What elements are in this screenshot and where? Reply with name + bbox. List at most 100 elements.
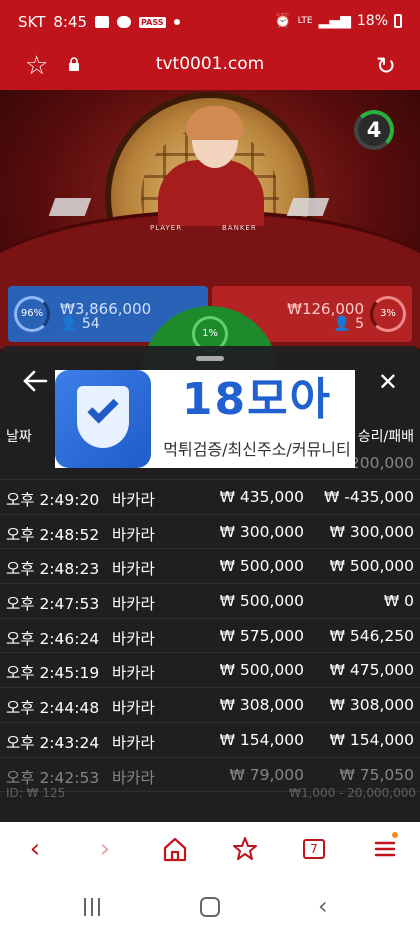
- url-bar: ☆ tvt0001.com ↻: [0, 44, 420, 90]
- row-payout: ₩ 154,000: [329, 730, 414, 749]
- watermark-subtitle: 먹튀검증/최신주소/커뮤니티: [163, 440, 351, 459]
- row-time: 오후 2:44:48: [6, 699, 100, 718]
- url-text[interactable]: tvt0001.com: [0, 54, 420, 74]
- row-payout: ₩ -435,000: [324, 488, 414, 506]
- cloud-icon: [117, 16, 132, 28]
- row-bet: ₩ 308,000: [219, 696, 304, 715]
- row-game: 바카라: [112, 699, 155, 718]
- row-bet: ₩ 500,000: [219, 661, 304, 680]
- pass-badge: PASS: [139, 16, 166, 28]
- table-row: 오후 2:49:20 바카라 ₩ 435,000 ₩ -435,000: [0, 480, 420, 515]
- row-game: 바카라: [112, 560, 155, 579]
- browser-back-icon[interactable]: ‹: [20, 834, 50, 864]
- row-bet: ₩ 500,000: [219, 592, 304, 611]
- row-time: 오후 2:48:23: [6, 560, 100, 579]
- row-bet: ₩ 300,000: [219, 522, 304, 541]
- network-label: LTE: [297, 16, 313, 26]
- row-bet: ₩ 435,000: [219, 488, 304, 506]
- table-row: 오후 2:46:24 바카라 ₩ 575,000 ₩ 546,250: [0, 619, 420, 654]
- time-label: 8:45: [53, 13, 88, 31]
- player-percent: 96%: [14, 296, 50, 332]
- menu-notification-dot: [392, 832, 398, 838]
- row-time: 오후 2:47:53: [6, 595, 100, 614]
- card-shoe-left: [48, 198, 92, 216]
- table-row: 오후 2:45:19 바카라 ₩ 500,000 ₩ 475,000: [0, 653, 420, 689]
- round-timer: 4: [354, 110, 394, 150]
- row-game: 바카라: [112, 629, 155, 648]
- close-icon[interactable]: ✕: [378, 370, 398, 394]
- column-header-result: 승리/패배: [357, 429, 414, 445]
- banker-count: 👤 5: [333, 316, 364, 332]
- table-row: 오후 2:43:24 바카라 ₩ 154,000 ₩ 154,000: [0, 723, 420, 758]
- player-count: 👤 54: [60, 316, 100, 332]
- player-count-value: 54: [81, 316, 100, 332]
- footer-ghost-right: ₩1,000 - 20,000,000: [289, 786, 416, 800]
- table-row: 오후 2:47:53 바카라 ₩ 500,000 ₩ 0: [0, 584, 420, 619]
- app-root: SKT 8:45 PASS ⏰ LTE ▂▄▆ 18% ☆ tvt0001.co…: [0, 0, 420, 933]
- bookmarks-star-icon[interactable]: [230, 834, 260, 864]
- table-row: 오후 2:44:48 바카라 ₩ 308,000 ₩ 308,000: [0, 688, 420, 723]
- row-bet: ₩ 154,000: [219, 730, 304, 749]
- table-row: 오후 2:48:23 바카라 ₩ 500,000 ₩ 500,000: [0, 549, 420, 585]
- watermark-logo: 18모아 먹튀검증/최신주소/커뮤니티: [55, 370, 355, 468]
- shield-check-icon: [55, 370, 151, 468]
- row-time: 오후 2:48:52: [6, 525, 100, 544]
- table-row: 오후 2:48:52 바카라 ₩ 300,000 ₩ 300,000: [0, 515, 420, 550]
- gallery-icon: [95, 16, 110, 28]
- battery-icon: [394, 14, 402, 28]
- row-payout: ₩ 500,000: [329, 557, 414, 576]
- reload-icon[interactable]: ↻: [376, 52, 396, 80]
- hidden-row-payout: 200,000: [349, 454, 414, 472]
- notification-dot-icon: [173, 19, 180, 25]
- column-header-date: 날짜: [6, 429, 32, 445]
- row-payout: ₩ 75,050: [339, 765, 415, 784]
- system-navigation-bar: ‹: [0, 880, 420, 933]
- row-payout: ₩ 546,250: [329, 626, 414, 645]
- footer-ghost-left: ID: ₩ 125: [6, 786, 66, 800]
- user-icon: 👤: [60, 316, 78, 332]
- menu-icon[interactable]: [370, 834, 400, 864]
- browser-toolbar: ‹ › 7: [0, 822, 420, 880]
- recent-apps-icon[interactable]: [82, 898, 102, 916]
- banker-percent: 3%: [370, 296, 406, 332]
- row-game: 바카라: [112, 664, 155, 683]
- row-payout: ₩ 308,000: [329, 696, 414, 715]
- system-back-icon[interactable]: ‹: [318, 892, 328, 920]
- dealer-body: [158, 160, 264, 226]
- table-label-banker: BANKER: [222, 224, 257, 232]
- battery-label: 18%: [356, 13, 388, 29]
- tabs-count: 7: [303, 839, 325, 859]
- row-payout: ₩ 300,000: [329, 522, 414, 541]
- home-icon[interactable]: [160, 834, 190, 864]
- row-time: 오후 2:43:24: [6, 733, 100, 752]
- row-game: 바카라: [112, 768, 155, 787]
- row-bet: ₩ 79,000: [229, 765, 305, 784]
- row-time: 오후 2:49:20: [6, 491, 100, 509]
- row-payout: ₩ 475,000: [329, 661, 414, 680]
- user-icon: 👤: [333, 316, 351, 332]
- sheet-drag-handle[interactable]: [196, 356, 224, 361]
- row-game: 바카라: [112, 491, 155, 509]
- row-game: 바카라: [112, 595, 155, 614]
- row-game: 바카라: [112, 525, 155, 544]
- system-home-icon[interactable]: [200, 897, 220, 917]
- row-time: 오후 2:45:19: [6, 664, 100, 683]
- table-label-player: PLAYER: [150, 224, 183, 232]
- row-time: 오후 2:46:24: [6, 629, 100, 648]
- history-list: 200,000 오후 2:49:20 바카라 ₩ 435,000 ₩ -435,000…: [0, 452, 420, 793]
- card-shoe-right: [286, 198, 330, 216]
- status-bar: SKT 8:45 PASS ⏰ LTE ▂▄▆ 18%: [0, 0, 420, 44]
- alarm-icon: ⏰: [274, 13, 292, 29]
- tabs-button[interactable]: 7: [300, 834, 330, 864]
- browser-forward-icon[interactable]: ›: [90, 834, 120, 864]
- carrier-label: SKT: [18, 13, 46, 31]
- row-bet: ₩ 575,000: [219, 626, 304, 645]
- row-bet: ₩ 500,000: [219, 557, 304, 576]
- signal-icon: ▂▄▆: [318, 13, 351, 29]
- watermark-title: 18모아: [181, 374, 333, 425]
- row-game: 바카라: [112, 733, 155, 752]
- banker-count-value: 5: [355, 316, 364, 332]
- back-arrow-icon[interactable]: [22, 368, 48, 394]
- row-payout: ₩ 0: [383, 592, 414, 611]
- row-time: 오후 2:42:53: [6, 768, 100, 787]
